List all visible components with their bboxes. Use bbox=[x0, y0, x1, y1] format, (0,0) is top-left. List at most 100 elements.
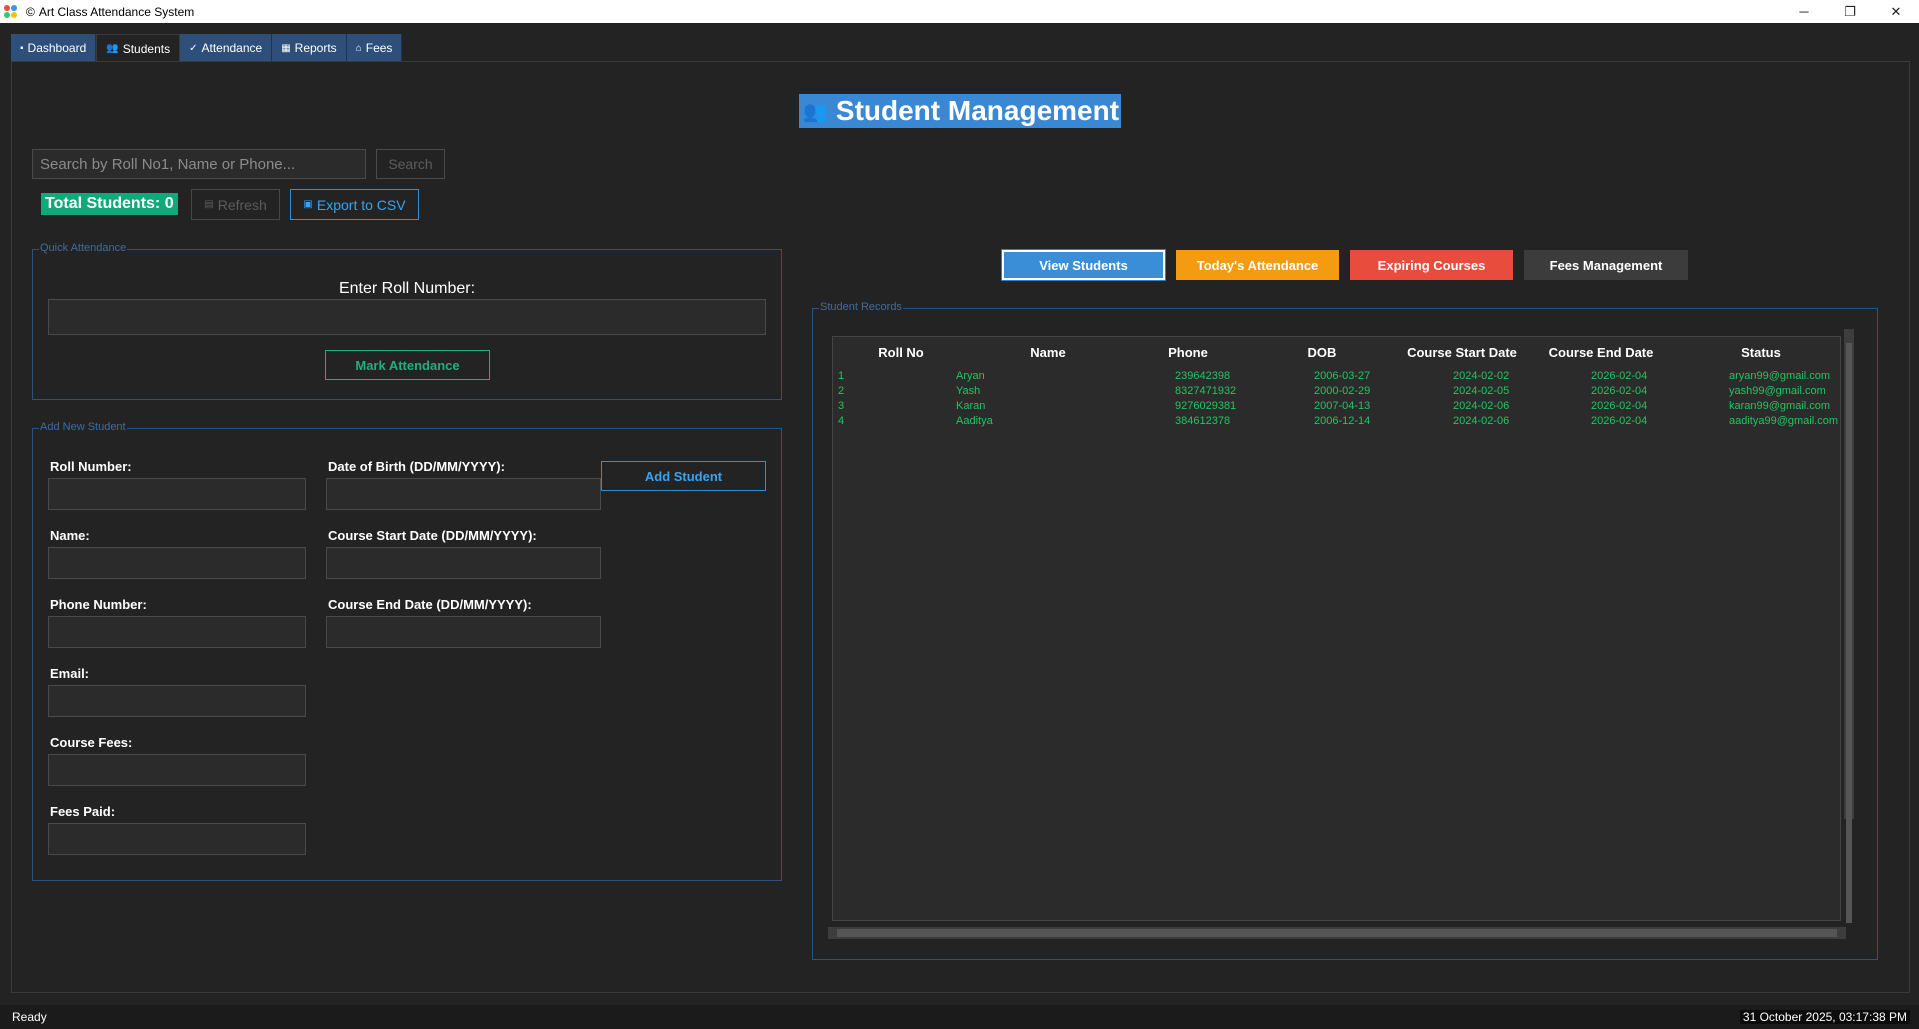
window-titlebar: © Art Class Attendance System ─ ❐ ✕ bbox=[0, 0, 1919, 23]
search-button[interactable]: Search bbox=[376, 149, 445, 179]
cell-status: yash99@gmail.com bbox=[1729, 385, 1826, 397]
students-icon: 👥 bbox=[106, 43, 119, 54]
maximize-button[interactable]: ❐ bbox=[1827, 0, 1873, 23]
fees-icon: ⌂ bbox=[355, 42, 362, 54]
group-label: Student Records bbox=[819, 301, 903, 313]
cell-dob: 2000-02-29 bbox=[1314, 385, 1371, 397]
cell-name: Aaditya bbox=[956, 415, 993, 427]
title-glyph: © bbox=[26, 4, 35, 19]
course-fees-field[interactable] bbox=[48, 754, 306, 786]
window-title: Art Class Attendance System bbox=[38, 4, 195, 19]
cell-start: 2024-02-06 bbox=[1453, 400, 1510, 412]
cell-name: Aryan bbox=[956, 370, 985, 382]
tab-attendance[interactable]: ✓ Attendance bbox=[180, 34, 273, 62]
dob-field[interactable] bbox=[326, 478, 601, 510]
tab-label: Attendance bbox=[201, 41, 263, 55]
fees-paid-field[interactable] bbox=[48, 823, 306, 855]
cell-end: 2026-02-04 bbox=[1591, 370, 1648, 382]
tab-fees[interactable]: ⌂ Fees bbox=[346, 34, 403, 62]
tab-reports[interactable]: ▦ Reports bbox=[272, 34, 347, 62]
student-records-group: Student Records Roll No Name Phone DOB C… bbox=[812, 301, 1878, 960]
course-fees-label: Course Fees: bbox=[50, 735, 133, 750]
export-csv-button[interactable]: ▣ Export to CSV bbox=[290, 189, 419, 220]
course-start-field[interactable] bbox=[326, 547, 601, 579]
name-field[interactable] bbox=[48, 547, 306, 579]
students-icon: 👥 bbox=[803, 100, 828, 123]
add-student-button[interactable]: Add Student bbox=[601, 461, 766, 491]
page-title: 👥 Student Management bbox=[799, 94, 1122, 128]
column-header[interactable]: DOB bbox=[1257, 345, 1387, 360]
tab-students[interactable]: 👥 Students bbox=[96, 34, 181, 62]
expiring-courses-button[interactable]: Expiring Courses bbox=[1350, 250, 1513, 280]
status-bar: Ready 31 October 2025, 03:17:38 PM bbox=[0, 1005, 1919, 1029]
tab-bar: ▪ Dashboard 👥 Students ✓ Attendance ▦ Re… bbox=[11, 34, 403, 62]
cell-dob: 2007-04-13 bbox=[1314, 400, 1371, 412]
cell-name: Yash bbox=[956, 385, 981, 397]
close-button[interactable]: ✕ bbox=[1873, 0, 1919, 23]
cell-roll: 3 bbox=[838, 400, 845, 412]
roll-number-field[interactable] bbox=[48, 478, 306, 510]
cell-status: karan99@gmail.com bbox=[1729, 400, 1831, 412]
cell-phone: 384612378 bbox=[1175, 415, 1231, 427]
page-title-text: Student Management bbox=[835, 95, 1120, 126]
add-student-group: Add New Student Roll Number: Name: Phone… bbox=[32, 421, 782, 881]
course-end-field[interactable] bbox=[326, 616, 601, 648]
column-header[interactable]: Course Start Date bbox=[1392, 345, 1532, 360]
column-header[interactable]: Roll No bbox=[851, 345, 951, 360]
minimize-button[interactable]: ─ bbox=[1781, 0, 1827, 23]
cell-end: 2026-02-04 bbox=[1591, 400, 1648, 412]
roll-number-prompt: Enter Roll Number: bbox=[338, 280, 476, 297]
vertical-scrollbar-thumb[interactable] bbox=[1846, 343, 1852, 923]
column-header[interactable]: Course End Date bbox=[1531, 345, 1671, 360]
refresh-icon: ▤ bbox=[204, 199, 214, 210]
status-datetime: 31 October 2025, 03:17:38 PM bbox=[1739, 1010, 1910, 1024]
refresh-button[interactable]: ▤ Refresh bbox=[191, 189, 280, 220]
fees-paid-label: Fees Paid: bbox=[50, 804, 116, 819]
cell-status: aaditya99@gmail.com bbox=[1729, 415, 1838, 427]
cell-end: 2026-02-04 bbox=[1591, 385, 1648, 397]
cell-start: 2024-02-02 bbox=[1453, 370, 1510, 382]
tab-label: Fees bbox=[365, 41, 393, 55]
cell-roll: 4 bbox=[838, 415, 845, 427]
dashboard-icon: ▪ bbox=[20, 42, 24, 54]
cell-dob: 2006-12-14 bbox=[1314, 415, 1371, 427]
phone-field[interactable] bbox=[48, 616, 306, 648]
total-students-badge: Total Students: 0 bbox=[41, 193, 178, 215]
cell-phone: 9276029381 bbox=[1175, 400, 1237, 412]
student-table[interactable]: Roll No Name Phone DOB Course Start Date… bbox=[832, 336, 1841, 921]
search-input[interactable] bbox=[32, 149, 366, 179]
email-label: Email: bbox=[50, 666, 90, 681]
cell-roll: 2 bbox=[838, 385, 845, 397]
column-header[interactable]: Name bbox=[978, 345, 1118, 360]
export-icon: ▣ bbox=[303, 199, 313, 210]
cell-phone: 239642398 bbox=[1175, 370, 1231, 382]
mark-attendance-button[interactable]: Mark Attendance bbox=[325, 350, 490, 380]
cell-start: 2024-02-06 bbox=[1453, 415, 1510, 427]
column-header[interactable]: Status bbox=[1691, 345, 1831, 360]
view-students-button[interactable]: View Students bbox=[1001, 249, 1166, 281]
course-start-label: Course Start Date (DD/MM/YYYY): bbox=[328, 528, 537, 543]
quick-attendance-group: Quick Attendance Enter Roll Number: Mark… bbox=[32, 242, 782, 400]
group-label: Quick Attendance bbox=[39, 242, 128, 254]
status-text: Ready bbox=[12, 1010, 47, 1024]
tab-dashboard[interactable]: ▪ Dashboard bbox=[11, 34, 97, 62]
reports-icon: ▦ bbox=[281, 42, 291, 54]
name-label: Name: bbox=[50, 528, 90, 543]
column-header[interactable]: Phone bbox=[1123, 345, 1253, 360]
tab-label: Students bbox=[122, 41, 171, 56]
refresh-label: Refresh bbox=[217, 196, 267, 213]
cell-roll: 1 bbox=[838, 370, 845, 382]
cell-status: aryan99@gmail.com bbox=[1729, 370, 1831, 382]
horizontal-scrollbar-thumb[interactable] bbox=[837, 929, 1837, 937]
cell-start: 2024-02-05 bbox=[1453, 385, 1510, 397]
fees-management-button[interactable]: Fees Management bbox=[1524, 250, 1688, 280]
cell-name: Karan bbox=[956, 400, 986, 412]
todays-attendance-button[interactable]: Today's Attendance bbox=[1176, 250, 1339, 280]
attendance-roll-input[interactable] bbox=[48, 299, 766, 335]
email-field[interactable] bbox=[48, 685, 306, 717]
course-end-label: Course End Date (DD/MM/YYYY): bbox=[328, 597, 532, 612]
tab-label: Reports bbox=[294, 41, 337, 55]
app-logo-icon bbox=[4, 4, 18, 19]
export-label: Export to CSV bbox=[316, 196, 406, 213]
phone-label: Phone Number: bbox=[50, 597, 147, 612]
